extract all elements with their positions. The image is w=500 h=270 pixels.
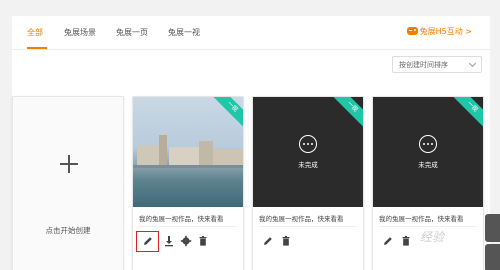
work-title: 我的兔展一视作品，快来看看 (139, 215, 224, 223)
card-divider (259, 226, 357, 227)
thumb-waterline (133, 165, 243, 168)
tab-bar: 全部 兔展场景 兔展一页 兔展一视 兔展H5互动 > (12, 16, 490, 50)
sort-select[interactable]: 按创建时间排序 (392, 56, 482, 73)
status-label: 未完成 (298, 161, 318, 169)
thumb-building (199, 141, 213, 167)
thumb-building (137, 145, 159, 167)
delete-trash-icon[interactable] (197, 235, 209, 247)
settings-gear-icon[interactable] (180, 235, 192, 247)
work-card: 一视 我的兔展一视作品，快来看看 (132, 96, 244, 270)
work-thumbnail[interactable]: 未完成 一视 (373, 97, 483, 207)
type-badge: 一视 (450, 97, 483, 129)
gamepad-icon (406, 27, 418, 35)
active-tab-indicator (27, 47, 47, 49)
floating-side-button[interactable] (485, 244, 500, 270)
floating-side-button[interactable] (485, 214, 500, 242)
plus-icon-stroke (68, 155, 70, 173)
more-dots-icon (419, 135, 437, 153)
watermark: 经验 (420, 230, 445, 244)
tab-all[interactable]: 全部 (27, 27, 43, 38)
tab-one-page[interactable]: 兔展一页 (116, 27, 148, 38)
work-title: 我的兔展一视作品，快来看看 (259, 215, 344, 223)
edit-pencil-icon[interactable] (382, 235, 394, 247)
card-divider (139, 226, 237, 227)
works-panel: 全部 兔展场景 兔展一页 兔展一视 兔展H5互动 > 按创建时间排序 点击开始创… (12, 16, 490, 270)
create-label: 点击开始创建 (45, 226, 91, 235)
delete-trash-icon[interactable] (400, 235, 412, 247)
work-title: 我的兔展一视作品，快来看看 (379, 215, 464, 223)
h5-link-label: 兔展H5互动 > (419, 27, 472, 36)
tab-one-view[interactable]: 兔展一视 (168, 27, 200, 38)
more-dots-icon (299, 135, 317, 153)
h5-interactive-link[interactable]: 兔展H5互动 > (406, 26, 472, 37)
chevron-down-icon (468, 59, 477, 68)
edit-pencil-icon[interactable] (262, 235, 274, 247)
work-card: 未完成 一视 我的兔展一视作品，快来看看 (252, 96, 364, 270)
card-divider (379, 226, 477, 227)
thumb-tower (159, 135, 167, 167)
tab-scene[interactable]: 兔展场景 (64, 27, 96, 38)
thumb-building (169, 147, 199, 167)
download-icon[interactable] (163, 235, 175, 247)
status-label: 未完成 (418, 161, 438, 169)
sort-label: 按创建时间排序 (399, 61, 448, 69)
create-new-card[interactable]: 点击开始创建 (12, 96, 124, 270)
delete-trash-icon[interactable] (280, 235, 292, 247)
type-badge: 一视 (330, 97, 363, 129)
edit-pencil-icon[interactable] (142, 235, 154, 247)
work-thumbnail[interactable]: 一视 (133, 97, 243, 207)
work-thumbnail[interactable]: 未完成 一视 (253, 97, 363, 207)
type-badge: 一视 (210, 97, 243, 129)
